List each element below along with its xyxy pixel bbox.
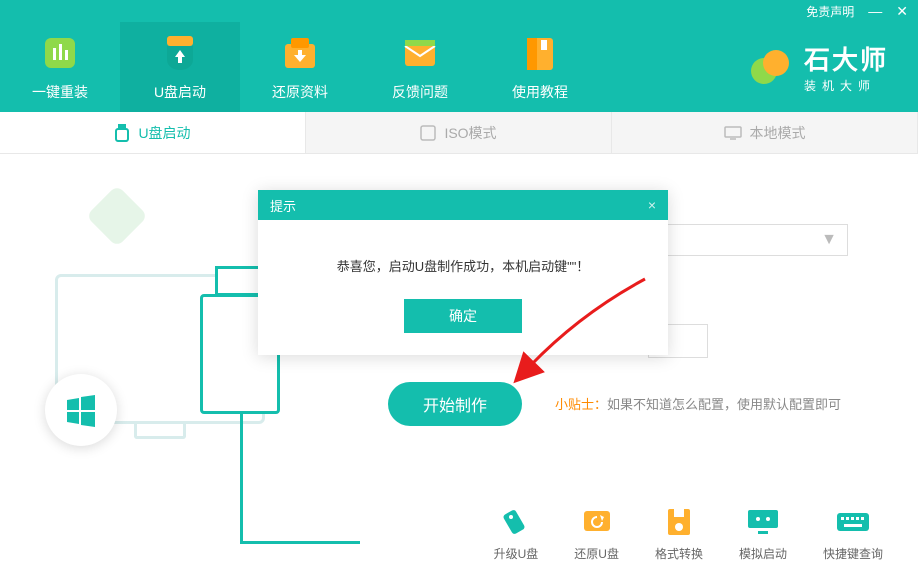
- logo-title: 石大师: [804, 40, 888, 77]
- tool-upgrade-usb[interactable]: 升级U盘: [494, 507, 539, 562]
- tool-restore-usb[interactable]: 还原U盘: [574, 507, 619, 562]
- close-icon[interactable]: ✕: [896, 4, 908, 18]
- restore-usb-icon: [578, 507, 616, 537]
- nav-label: 使用教程: [512, 82, 568, 102]
- dialog-close-icon[interactable]: ×: [648, 197, 656, 213]
- logo: 石大师 装机大师: [748, 22, 918, 112]
- logo-icon: [748, 45, 792, 89]
- minimize-icon[interactable]: —: [868, 4, 882, 18]
- tab-iso[interactable]: ISO模式: [306, 112, 612, 153]
- tool-label: 还原U盘: [574, 545, 619, 562]
- tool-simulate-boot[interactable]: 模拟启动: [739, 507, 787, 562]
- nav-label: U盘启动: [154, 82, 206, 102]
- dialog-header: 提示 ×: [258, 190, 668, 220]
- usb-boot-icon: [159, 32, 201, 74]
- mode-tabs: U盘启动 ISO模式 本地模式: [0, 112, 918, 154]
- monitor-icon: [724, 126, 742, 140]
- dialog-ok-button[interactable]: 确定: [404, 299, 522, 333]
- nav-reinstall[interactable]: 一键重装: [0, 22, 120, 112]
- usb-icon: [114, 124, 130, 142]
- tip-prefix: 小贴士：: [555, 397, 607, 412]
- nav-label: 反馈问题: [392, 82, 448, 102]
- tool-label: 模拟启动: [739, 545, 787, 562]
- tool-label: 快捷键查询: [823, 545, 883, 562]
- header-nav: 一键重装 U盘启动 还原资料 反馈问题 使用教程 石大师 装机大师: [0, 22, 918, 112]
- start-button[interactable]: 开始制作: [388, 382, 522, 426]
- nav-label: 一键重装: [32, 82, 88, 102]
- disclaimer-link[interactable]: 免责声明: [806, 3, 854, 20]
- nav-usb-boot[interactable]: U盘启动: [120, 22, 240, 112]
- tutorial-icon: [519, 32, 561, 74]
- logo-subtitle: 装机大师: [804, 77, 888, 94]
- content-area: ▼ 开始制作 小贴士：如果不知道怎么配置，使用默认配置即可 升级U盘 还原U盘 …: [0, 154, 918, 580]
- tip-body: 如果不知道怎么配置，使用默认配置即可: [607, 397, 841, 412]
- nav-tutorial[interactable]: 使用教程: [480, 22, 600, 112]
- simulate-icon: [744, 507, 782, 537]
- nav-feedback[interactable]: 反馈问题: [360, 22, 480, 112]
- tool-hotkey-query[interactable]: 快捷键查询: [823, 507, 883, 562]
- tool-format-convert[interactable]: 格式转换: [655, 507, 703, 562]
- tab-local[interactable]: 本地模式: [612, 112, 918, 153]
- nav-label: 还原资料: [272, 82, 328, 102]
- tool-label: 升级U盘: [494, 545, 539, 562]
- tab-label: 本地模式: [750, 123, 806, 143]
- upgrade-usb-icon: [497, 507, 535, 537]
- tip-text: 小贴士：如果不知道怎么配置，使用默认配置即可: [555, 394, 841, 413]
- feedback-icon: [399, 32, 441, 74]
- dialog-message: 恭喜您，启动U盘制作成功，本机启动键""！: [258, 220, 668, 299]
- tab-label: ISO模式: [444, 123, 496, 143]
- windows-badge: [45, 374, 117, 446]
- bottom-toolbar: 升级U盘 还原U盘 格式转换 模拟启动 快捷键查询: [494, 507, 883, 562]
- tool-label: 格式转换: [655, 545, 703, 562]
- tab-label: U盘启动: [138, 123, 190, 143]
- reinstall-icon: [39, 32, 81, 74]
- dialog: 提示 × 恭喜您，启动U盘制作成功，本机启动键""！ 确定: [258, 190, 668, 355]
- iso-icon: [420, 125, 436, 141]
- format-icon: [660, 507, 698, 537]
- nav-restore[interactable]: 还原资料: [240, 22, 360, 112]
- title-bar: 免责声明 — ✕: [0, 0, 918, 22]
- tab-usb-boot[interactable]: U盘启动: [0, 112, 306, 153]
- keyboard-icon: [834, 507, 872, 537]
- dropdown-select[interactable]: ▼: [648, 224, 848, 256]
- dialog-title: 提示: [270, 196, 296, 215]
- restore-icon: [279, 32, 321, 74]
